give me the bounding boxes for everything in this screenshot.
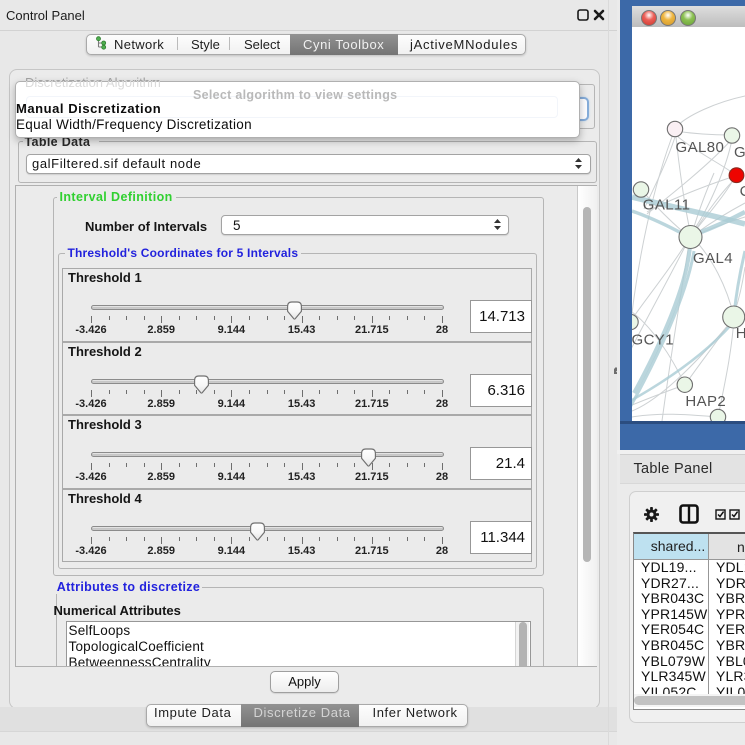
svg-text:HAP2: HAP2 xyxy=(685,393,726,410)
svg-text:GAL80: GAL80 xyxy=(676,139,725,156)
svg-text:GAL4: GAL4 xyxy=(693,250,733,267)
svg-text:GCY1: GCY1 xyxy=(632,332,674,349)
svg-text:C: C xyxy=(740,183,745,200)
svg-text:H: H xyxy=(736,325,745,342)
svg-text:G.: G. xyxy=(734,144,745,161)
svg-text:GAL11: GAL11 xyxy=(643,197,691,214)
